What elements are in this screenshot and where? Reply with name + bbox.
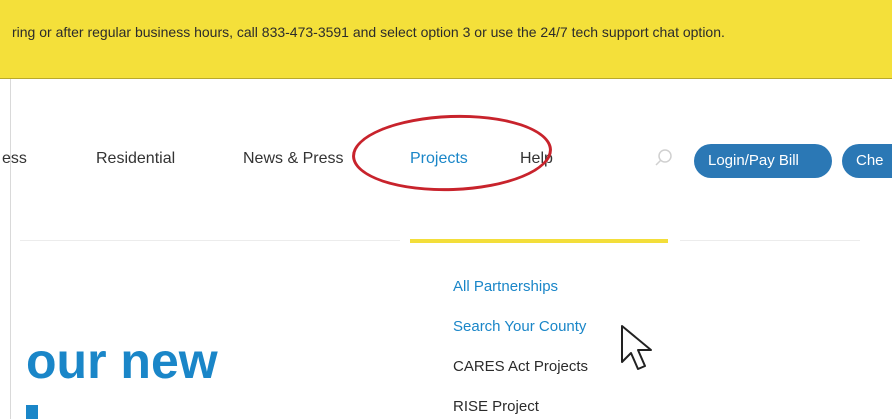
nav-item-residential[interactable]: Residential (96, 150, 175, 168)
nav-item-news-press[interactable]: News & Press (243, 150, 343, 168)
dropdown-item-all-partnerships[interactable]: All Partnerships (453, 278, 558, 295)
login-pay-bill-button[interactable]: Login/Pay Bill (694, 144, 832, 178)
check-availability-button[interactable]: Che (842, 144, 892, 178)
projects-active-underline (410, 239, 668, 243)
dropdown-item-cares-act-projects[interactable]: CARES Act Projects (453, 358, 588, 375)
nav-item-projects[interactable]: Projects (410, 150, 468, 168)
dropdown-item-search-your-county[interactable]: Search Your County (453, 318, 586, 335)
mouse-pointer-icon (621, 325, 652, 370)
dropdown-item-rise-project[interactable]: RISE Project (453, 398, 539, 415)
search-icon[interactable] (654, 148, 674, 168)
alert-banner-text: ring or after regular business hours, ca… (12, 24, 725, 40)
nav-item-help[interactable]: Help (520, 150, 553, 168)
hero-heading: our new (26, 333, 218, 389)
nav-item-business[interactable]: ess (2, 150, 27, 168)
nav-divider-right (680, 240, 860, 241)
alert-banner: ring or after regular business hours, ca… (0, 0, 892, 79)
nav-divider-left (20, 240, 400, 241)
hero-heading-fragment (26, 405, 38, 419)
